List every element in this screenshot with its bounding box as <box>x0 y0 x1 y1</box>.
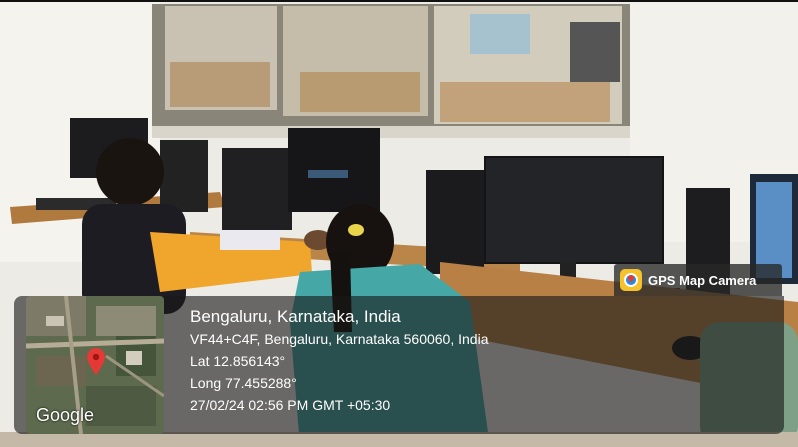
gps-map-camera-badge: GPS Map Camera <box>614 264 782 296</box>
longitude: Long 77.455288° <box>190 375 297 391</box>
google-attribution: Google <box>36 405 95 425</box>
gps-map-camera-icon <box>620 269 642 291</box>
location-address: VF44+C4F, Bengaluru, Karnataka 560060, I… <box>190 331 489 347</box>
location-info: Bengaluru, Karnataka, India VF44+C4F, Be… <box>190 306 488 416</box>
latitude: Lat 12.856143° <box>190 353 286 369</box>
badge-label: GPS Map Camera <box>648 272 757 288</box>
timestamp: 27/02/24 02:56 PM GMT +05:30 <box>190 397 391 413</box>
location-pin-icon <box>87 348 105 375</box>
map-thumbnail: Google <box>26 296 164 434</box>
photo-frame: Google GPS Map Camera Bengaluru, Karnata… <box>0 0 798 447</box>
location-title: Bengaluru, Karnataka, India <box>190 307 401 326</box>
